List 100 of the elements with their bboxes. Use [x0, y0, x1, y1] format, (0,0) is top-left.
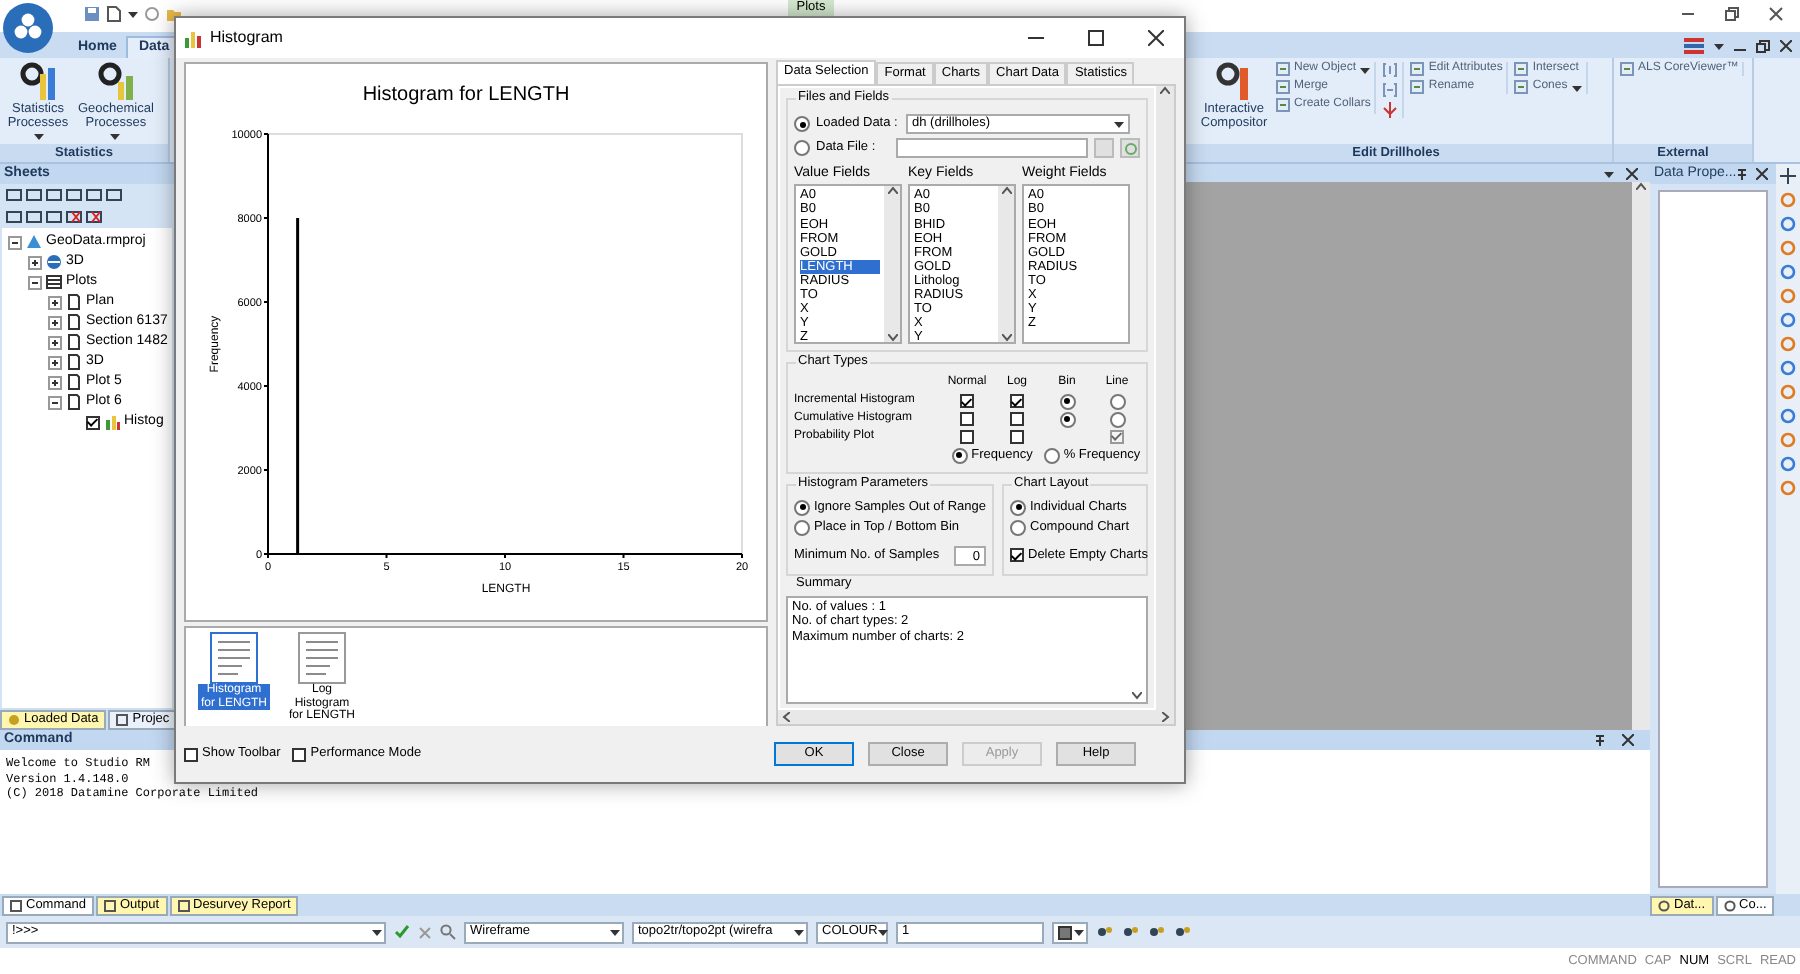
- expand-icon[interactable]: [48, 335, 62, 349]
- radio-button[interactable]: [1010, 519, 1026, 536]
- collapse-icon[interactable]: [48, 395, 62, 409]
- pin-icon[interactable]: [1594, 734, 1606, 746]
- radio-button[interactable]: [794, 116, 810, 132]
- expand-icon[interactable]: [48, 355, 62, 369]
- window-title: Histogram: [210, 28, 283, 48]
- file-field[interactable]: [895, 138, 1089, 158]
- caret-icon: [877, 928, 888, 936]
- scroll-down-icon: [1001, 334, 1011, 343]
- caret-icon: [610, 928, 620, 936]
- scroll-up-icon: [1636, 182, 1646, 190]
- caret-icon: [1074, 928, 1084, 936]
- radio-button[interactable]: [1059, 393, 1075, 410]
- object-icon: [1276, 98, 1290, 113]
- scrollbar[interactable]: [998, 186, 1014, 343]
- caret-icon: [372, 928, 382, 936]
- project-icon: [26, 234, 42, 250]
- object-icon: [1410, 62, 1425, 77]
- caret-icon[interactable]: [1604, 169, 1614, 177]
- globe-icon: [46, 254, 62, 270]
- expand-icon[interactable]: [48, 375, 62, 389]
- object-icon: [1514, 80, 1529, 95]
- object-icon: [1276, 80, 1290, 95]
- expand-icon[interactable]: [48, 315, 62, 329]
- bar-chart-icon: [184, 29, 202, 47]
- tab-icon: [177, 900, 189, 912]
- close-icon[interactable]: [1767, 6, 1784, 22]
- scroll-up-icon: [1160, 86, 1170, 94]
- colour-swatch[interactable]: [1052, 921, 1088, 943]
- toolbar-icon[interactable]: [86, 210, 102, 224]
- swatch-icon: [1058, 925, 1072, 939]
- object-icon: [1620, 62, 1634, 77]
- object-icon: [1514, 62, 1529, 77]
- grid-icon: [46, 274, 62, 290]
- toolbar-icon[interactable]: [1148, 924, 1166, 940]
- scrollbar[interactable]: [1632, 182, 1650, 730]
- toolbar-icon[interactable]: [1174, 924, 1192, 940]
- radio-button[interactable]: [951, 447, 968, 464]
- radio-button[interactable]: [794, 499, 810, 516]
- object-icon: [1276, 62, 1290, 77]
- chart-title: Histogram for LENGTH: [362, 84, 570, 106]
- tab-icon: [116, 714, 129, 726]
- checkbox[interactable]: [1010, 412, 1024, 427]
- maximize-icon[interactable]: [1088, 30, 1104, 46]
- close-icon[interactable]: [1626, 167, 1638, 179]
- tab-icon: [103, 900, 116, 912]
- scroll-up-icon: [887, 186, 897, 195]
- radio-button[interactable]: [1043, 447, 1060, 464]
- radio-button[interactable]: [1109, 411, 1125, 428]
- checkbox[interactable]: [960, 412, 974, 427]
- stack-icon[interactable]: [1684, 38, 1704, 54]
- scroll-left-icon: [782, 712, 790, 722]
- toolbar-icon[interactable]: [66, 210, 82, 224]
- bracket-icon[interactable]: [1382, 82, 1399, 98]
- radio-button[interactable]: [1059, 411, 1075, 428]
- checkbox[interactable]: [184, 747, 198, 761]
- toolbar-icon[interactable]: [1096, 924, 1114, 940]
- scroll-down-icon: [887, 334, 897, 343]
- restore-icon[interactable]: [1756, 39, 1770, 53]
- chart-icon: [95, 62, 136, 102]
- pin-icon[interactable]: [1736, 168, 1749, 180]
- scroll-down-icon: [1132, 691, 1142, 700]
- checkbox[interactable]: [292, 747, 307, 761]
- tab-icon: [1723, 900, 1736, 912]
- move-icon[interactable]: [1780, 168, 1796, 184]
- close-icon[interactable]: [1622, 734, 1634, 746]
- bracket-icon[interactable]: [1382, 62, 1399, 78]
- radio-button[interactable]: [1109, 393, 1125, 410]
- caret-icon[interactable]: [1714, 41, 1724, 51]
- checkbox[interactable]: [86, 415, 100, 429]
- collapse-icon[interactable]: [8, 235, 22, 249]
- radio-button[interactable]: [1010, 499, 1026, 516]
- close-icon[interactable]: [1148, 30, 1164, 46]
- toolbar-icon[interactable]: [1122, 924, 1140, 940]
- checkbox[interactable]: [1010, 429, 1024, 444]
- scrollbar[interactable]: [884, 186, 900, 343]
- search-icon[interactable]: [440, 924, 456, 940]
- save-icon[interactable]: [84, 6, 100, 22]
- scrollbar[interactable]: [1156, 86, 1174, 710]
- radio-button[interactable]: [794, 519, 810, 536]
- expand-icon[interactable]: [48, 295, 62, 309]
- chart-icon: [1214, 62, 1254, 102]
- tab-icon: [8, 714, 20, 726]
- radio-button[interactable]: [794, 140, 810, 156]
- document-icon[interactable]: [106, 6, 122, 22]
- scroll-right-icon: [1162, 712, 1170, 722]
- caret-icon[interactable]: [128, 9, 138, 19]
- scrollbar[interactable]: [778, 710, 1174, 724]
- restore-icon[interactable]: [1723, 6, 1740, 22]
- close-icon[interactable]: [1756, 168, 1769, 180]
- checkbox[interactable]: [1010, 548, 1024, 563]
- checkbox[interactable]: [960, 394, 974, 409]
- check-icon[interactable]: [394, 924, 410, 940]
- tab-icon: [1658, 900, 1670, 912]
- checkbox[interactable]: [1010, 394, 1024, 409]
- collapse-icon[interactable]: [28, 275, 42, 289]
- checkbox[interactable]: [960, 429, 974, 444]
- close-icon[interactable]: [1780, 40, 1792, 52]
- expand-icon[interactable]: [28, 255, 42, 269]
